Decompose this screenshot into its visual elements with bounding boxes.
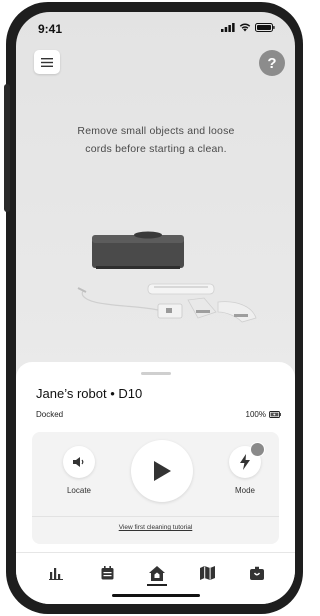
status-bar: 9:41 bbox=[16, 12, 295, 42]
menu-button[interactable] bbox=[34, 50, 60, 74]
start-clean-button[interactable] bbox=[131, 440, 193, 502]
card-divider bbox=[32, 516, 279, 517]
controls-card: Locate Mode View first cleaning tutorial bbox=[32, 432, 279, 544]
instruction-text: Remove small objects and loose cords bef… bbox=[56, 122, 256, 158]
phone-side-button bbox=[4, 84, 10, 212]
instruction-line-1: Remove small objects and loose bbox=[77, 125, 235, 137]
account-icon bbox=[250, 566, 264, 580]
robot-name: Jane’s robot • D10 bbox=[36, 386, 143, 401]
hamburger-menu-icon bbox=[41, 57, 53, 67]
help-label: ? bbox=[267, 54, 277, 72]
robot-bottom-sheet: Jane’s robot • D10 Docked 100% Locate Mo… bbox=[16, 362, 295, 604]
tab-stats[interactable] bbox=[44, 562, 68, 584]
play-icon bbox=[154, 461, 171, 481]
sheet-drag-handle[interactable] bbox=[141, 372, 171, 375]
battery-charging-icon bbox=[269, 411, 281, 418]
mode-settings-badge-icon bbox=[250, 442, 265, 457]
status-time: 9:41 bbox=[38, 22, 63, 36]
bar-chart-icon bbox=[49, 568, 63, 580]
calendar-icon bbox=[101, 566, 113, 580]
tab-home[interactable] bbox=[145, 562, 169, 584]
home-indicator bbox=[112, 594, 200, 597]
instruction-line-2: cords before starting a clean. bbox=[85, 143, 227, 155]
locate-label: Locate bbox=[66, 486, 92, 495]
tab-schedule[interactable] bbox=[95, 562, 119, 584]
locate-button[interactable] bbox=[63, 446, 95, 478]
battery-status-icon bbox=[255, 23, 275, 32]
home-icon bbox=[149, 565, 165, 581]
speaker-icon bbox=[73, 457, 84, 467]
tab-account[interactable] bbox=[245, 562, 269, 584]
mode-button[interactable] bbox=[229, 442, 265, 478]
active-tab-indicator bbox=[147, 584, 167, 586]
tutorial-link[interactable]: View first cleaning tutorial bbox=[32, 524, 279, 531]
help-button[interactable]: ? bbox=[259, 50, 285, 76]
lightning-bolt-icon bbox=[240, 454, 250, 470]
signal-icon bbox=[221, 23, 235, 32]
robot-dock-illustration bbox=[77, 231, 257, 323]
tab-bar-divider bbox=[16, 552, 295, 553]
status-icons bbox=[221, 23, 275, 32]
tab-map[interactable] bbox=[195, 562, 219, 584]
map-icon bbox=[199, 566, 215, 580]
mode-label: Mode bbox=[234, 486, 255, 495]
robot-status: Docked bbox=[36, 410, 64, 419]
app-screen: 9:41 ? Remove small objects and loose co… bbox=[16, 12, 295, 604]
battery-percent: 100% bbox=[245, 410, 266, 419]
battery-indicator: 100% bbox=[246, 410, 281, 419]
wifi-icon bbox=[239, 23, 251, 32]
